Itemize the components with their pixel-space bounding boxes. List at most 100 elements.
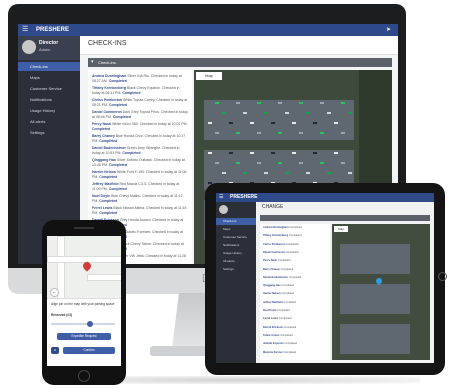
tablet-checkin-entry[interactable]: Noel Doyle Completed	[263, 309, 327, 312]
car-marker	[278, 102, 282, 104]
tablet-checkin-entry[interactable]: Harriet Nelson Completed	[263, 292, 327, 295]
car-marker	[313, 152, 317, 154]
car-marker	[222, 172, 226, 174]
checkin-entry[interactable]: Qinggang Hao Silver Subaru Outback. Chec…	[92, 158, 188, 167]
tablet-checkin-entry[interactable]: Percy Nash Completed	[263, 259, 327, 262]
tablet-sidebar-item-notifications[interactable]: Notifications	[216, 242, 256, 249]
checkin-entry[interactable]: Percy Nash White Volvo S60. Checked in t…	[92, 122, 188, 131]
checkin-entry[interactable]: Barry Chaney Blue Honda Civic. Checked i…	[92, 134, 188, 143]
sidebar-item-notifications[interactable]: Notifications	[18, 95, 80, 104]
sidebar-item-customer-service[interactable]: Customer Service	[18, 84, 80, 93]
confirm-button[interactable]: Confirm	[63, 347, 115, 354]
car-marker	[271, 152, 275, 154]
tablet-checkin-entry[interactable]: Marjorie Kenner Completed	[263, 351, 327, 354]
entry-status: Completed	[283, 325, 297, 329]
tablet-checkin-entry[interactable]: Jeffrey Maxfield Completed	[263, 301, 327, 304]
phone-screen: ← Align pin on the map with your parking…	[47, 236, 121, 366]
checkin-entry[interactable]: Andrea Dunningham Silver KIA Rio. Checke…	[92, 74, 188, 83]
checkin-entry[interactable]: Ferrel Lewis Black Nissan Altima. Checke…	[92, 206, 188, 215]
car-marker	[341, 102, 345, 104]
checkin-entry[interactable]: Tiffany Krenkenberg Black Chevy Equinox.…	[92, 86, 188, 95]
tablet-parking-map[interactable]: Map	[332, 224, 430, 360]
entry-name: Ferrel Lewis	[92, 206, 113, 210]
tablet-sidebar-item-all-alerts[interactable]: All alerts	[216, 258, 256, 265]
expedite-request-button[interactable]: Expedite Request	[57, 333, 111, 340]
car-marker	[292, 152, 296, 154]
tablet-home-button[interactable]	[438, 272, 447, 281]
menu-icon[interactable]: ☰	[22, 26, 31, 34]
parking-lot-row	[204, 100, 354, 140]
tablet-checkin-entry[interactable]: Barry Chaney Completed	[263, 268, 327, 271]
car-marker	[215, 162, 219, 164]
car-marker	[208, 122, 212, 124]
tablet-sidebar-item-maps[interactable]: Maps	[216, 226, 256, 233]
entry-name: Marjorie Kenner	[263, 350, 283, 354]
car-marker	[341, 162, 345, 164]
phone-map[interactable]: ←	[47, 236, 121, 300]
map-road	[87, 274, 121, 281]
tablet-checkin-entry[interactable]: Juliette Esposito Completed	[263, 342, 327, 345]
tablet-checkin-entry[interactable]: Chriss Pemberton Completed	[263, 243, 327, 246]
entry-name: Ferrel Lewis	[263, 317, 279, 321]
back-arrow-icon[interactable]: ←	[50, 288, 59, 297]
tablet-checkin-entry[interactable]: Qinggang Hao Completed	[263, 284, 327, 287]
entry-status: Completed	[99, 198, 118, 203]
tablet-checkin-entry[interactable]: Tamar Cohen Completed	[263, 334, 327, 337]
option-label: Reserved (#3)	[51, 313, 72, 317]
parking-lot-row	[340, 284, 410, 314]
filter-bar[interactable]: ▾ Check-ins	[88, 58, 392, 67]
entry-status: Completed	[278, 317, 292, 321]
menu-icon[interactable]: ☰	[219, 194, 227, 201]
checkin-entry[interactable]: Jeffrey Maxfield Red Mazda CX-5. Checked…	[92, 182, 188, 191]
entry-status: Completed	[285, 250, 299, 254]
car-marker	[334, 122, 338, 124]
top-bar: ☰ PRESHERE ➤	[18, 24, 398, 36]
tablet-sidebar-item-settings[interactable]: Settings	[216, 266, 256, 273]
map-tab[interactable]: Map	[334, 226, 348, 232]
tablet-checkin-entry[interactable]: Ferrel Lewis Completed	[263, 317, 327, 320]
tablet-checkin-entry[interactable]: Daniel Bodenheimer Completed	[263, 276, 327, 279]
car-marker	[320, 102, 324, 104]
entry-status: Completed	[281, 292, 295, 296]
tablet-checkin-entry[interactable]: Daniel Cammeron Completed	[263, 251, 327, 254]
avatar	[219, 205, 228, 214]
tablet-filter-bar[interactable]	[260, 215, 430, 221]
tablet-checkin-entry[interactable]: Tiffany Krenkenberg Completed	[263, 234, 327, 237]
car-marker	[264, 172, 268, 174]
entry-status: Completed	[289, 226, 302, 229]
sidebar-item-usage-history[interactable]: Usage History	[18, 106, 80, 115]
checkin-entry[interactable]: Daniel Bodenheimer Green Jeep Wrangler. …	[92, 146, 188, 155]
profile-card: Director Admin	[18, 36, 80, 60]
entry-name: Tiffany Krenkenberg	[263, 234, 289, 238]
entry-name: Qinggang Hao	[92, 158, 116, 162]
tablet-sidebar-item-checkins[interactable]: Check-ins	[216, 218, 256, 225]
tablet-sidebar-item-customer-service[interactable]: Customer Service	[216, 234, 256, 241]
distance-slider[interactable]	[51, 323, 115, 325]
map-tab[interactable]: Map	[196, 72, 222, 80]
slider-knob[interactable]	[87, 321, 93, 327]
entry-name: Jeffrey Maxfield	[92, 182, 119, 186]
car-marker	[264, 112, 268, 114]
phone-home-button[interactable]	[78, 370, 90, 382]
entry-name: Noel Doyle	[263, 309, 277, 312]
entry-status: Completed	[281, 284, 295, 288]
checkin-entry[interactable]: Harriet Nelson White Ford F-150. Checked…	[92, 170, 188, 179]
logout-icon[interactable]: ➤	[386, 26, 394, 34]
sidebar-item-maps[interactable]: Maps	[18, 73, 80, 82]
tablet-sidebar-item-usage-history[interactable]: Usage History	[216, 250, 256, 257]
checkin-entry[interactable]: Noel Doyle Blue Chevy Malibu. Checked in…	[92, 194, 188, 203]
entry-status: Completed	[277, 259, 291, 263]
checkin-entry[interactable]: Daniel Cammeron Dark Grey Toyota Prius. …	[92, 110, 188, 119]
tablet-sidebar: Check-ins Maps Customer Service Notifica…	[216, 202, 256, 363]
entry-status: Completed	[280, 333, 293, 337]
tablet-checkin-entry[interactable]: Darrell Erickson Completed	[263, 326, 327, 329]
car-marker	[243, 112, 247, 114]
checkin-entry[interactable]: Chriss Pemberton White Toyota Camry. Che…	[92, 98, 188, 107]
filter-icon: ▾	[91, 59, 94, 65]
tablet-checkin-entry[interactable]: Andrea Dunningham Completed	[263, 226, 327, 229]
sidebar-item-settings[interactable]: Settings	[18, 128, 80, 137]
chat-icon[interactable]: ●	[51, 347, 59, 354]
sidebar-item-checkins[interactable]: Check-ins	[18, 62, 80, 71]
entry-detail: White Volvo S60. Checked in today at 10:…	[112, 122, 188, 126]
sidebar-item-all-alerts[interactable]: All alerts	[18, 117, 80, 126]
